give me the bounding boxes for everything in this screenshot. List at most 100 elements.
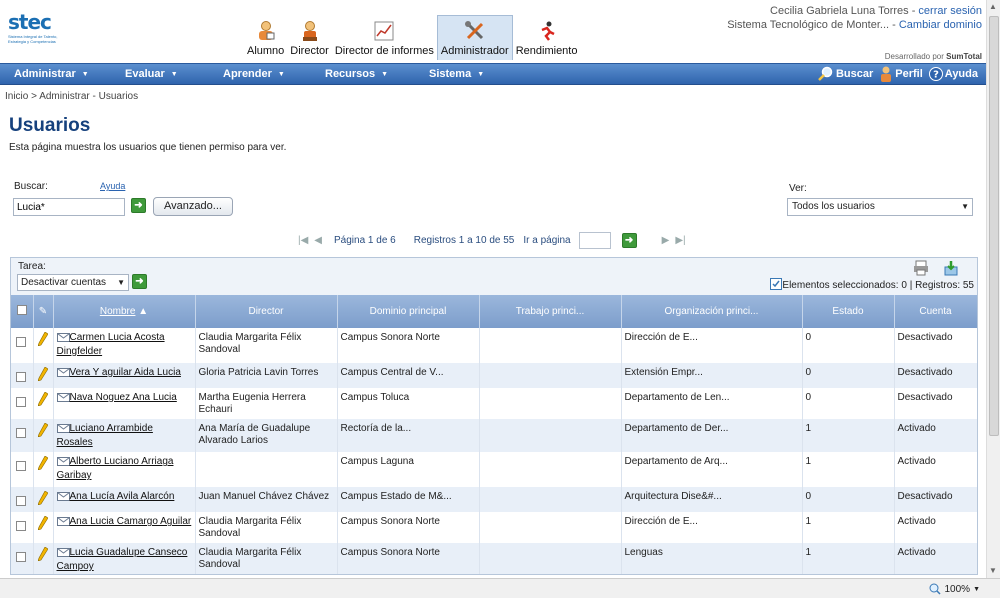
table-row[interactable]: Vera Y aguilar Aida Lucia Gloria Patricia… [11,363,977,388]
search-help-link[interactable]: Ayuda [100,181,125,191]
first-page-icon[interactable]: |◀ [298,235,308,246]
view-select[interactable]: Todos los usuarios ▼ [787,198,973,216]
domain-cell: Campus Sonora Norte [337,512,480,543]
email-icon[interactable] [56,548,70,561]
edit-pencil-icon[interactable] [37,515,48,534]
breadcrumb[interactable]: Inicio > Administrar - Usuarios [5,91,138,102]
email-icon[interactable] [56,517,70,530]
organization-cell: Lenguas [621,543,803,574]
role-director[interactable]: Director [287,15,332,60]
email-icon[interactable] [56,492,70,505]
vertical-scrollbar[interactable]: ▲ ▼ [986,0,1000,578]
row-checkbox[interactable] [16,337,26,347]
dropdown-arrow-icon: ▼ [117,278,125,287]
table-row[interactable]: Lucia Guadalupe Canseco Campoy Claudia Ma… [11,543,977,574]
status-bar: 100% ▼ [0,578,1000,598]
row-checkbox[interactable] [16,372,26,382]
edit-pencil-icon[interactable] [37,422,48,441]
next-page-icon[interactable]: ▶ [662,235,670,246]
menu-administrar[interactable]: Administrar ▼ [14,68,89,80]
role-rendimiento[interactable]: Rendimiento [513,15,581,60]
page-indicator: Página 1 de 6 [334,234,396,246]
row-select-cell [11,363,34,388]
change-domain-link[interactable]: Cambiar dominio [899,19,982,31]
scroll-down-icon[interactable]: ▼ [989,566,997,575]
table-row[interactable]: Ana Lucia Camargo Aguilar Claudia Margari… [11,512,977,543]
advanced-search-button[interactable]: Avanzado... [153,197,233,216]
email-icon[interactable] [56,368,70,381]
select-all-checkbox[interactable] [16,305,27,315]
user-name-link[interactable]: Vera Y aguilar Aida Lucia [70,367,181,378]
task-selected-value: Desactivar cuentas [21,277,107,288]
account-status-cell: Desactivado [894,487,977,512]
user-name-link[interactable]: Alberto Luciano Arriaga Garibay [57,456,174,481]
edit-pencil-icon[interactable] [37,331,48,350]
selection-icon[interactable] [770,278,783,290]
caret-down-icon: ▼ [170,71,178,78]
goto-page-input[interactable] [578,231,611,249]
help-menu[interactable]: ? Ayuda [928,67,978,81]
domain-cell: Campus Estado de M&... [337,487,480,512]
zoom-control[interactable]: 100% ▼ [929,583,980,595]
role-alumno[interactable]: Alumno [244,15,287,60]
table-row[interactable]: Ana Lucía Avila Alarcón Juan Manuel Cháve… [11,487,977,512]
email-icon[interactable] [56,393,70,406]
table-row[interactable]: Luciano Arrambide Rosales Ana María de Gu… [11,419,977,452]
profile-menu[interactable]: Perfil [879,66,923,82]
developed-by: Desarrollado por SumTotal [885,52,982,61]
menu-aprender[interactable]: Aprender ▼ [223,68,285,80]
row-checkbox[interactable] [16,428,26,438]
table-row[interactable]: Carmen Lucia Acosta Dingfelder Claudia Ma… [11,328,977,363]
row-edit-cell [33,487,54,512]
email-icon[interactable] [56,333,70,346]
email-icon[interactable] [56,424,70,437]
edit-pencil-icon[interactable] [37,490,48,509]
row-checkbox[interactable] [16,461,26,471]
row-checkbox[interactable] [16,552,26,562]
export-icon[interactable] [943,260,959,276]
account-status-cell: Desactivado [894,388,977,419]
scrollbar-thumb[interactable] [989,16,999,436]
column-nombre[interactable]: Nombre ▲ [53,295,196,328]
user-name-link[interactable]: Ana Lucia Camargo Aguilar [70,516,192,527]
user-name-link[interactable]: Ana Lucía Avila Alarcón [70,491,175,502]
user-name-link[interactable]: Luciano Arrambide Rosales [57,423,153,448]
scroll-up-icon[interactable]: ▲ [989,2,997,11]
row-checkbox[interactable] [16,397,26,407]
edit-pencil-icon[interactable] [37,366,48,385]
row-checkbox[interactable] [16,521,26,531]
search-input[interactable] [13,198,125,216]
logout-link[interactable]: cerrar sesión [918,5,982,17]
search-menu[interactable]: Buscar [818,66,873,82]
table-row[interactable]: Alberto Luciano Arriaga Garibay Campus La… [11,452,977,487]
edit-pencil-icon[interactable] [37,546,48,565]
menu-evaluar[interactable]: Evaluar ▼ [125,68,178,80]
print-icon[interactable] [913,260,929,276]
role-administrador[interactable]: Administrador [436,15,513,60]
user-name-link[interactable]: Lucia Guadalupe Canseco Campoy [57,547,188,572]
email-icon[interactable] [56,457,70,470]
last-page-icon[interactable]: ▶| [675,235,685,246]
user-name-link[interactable]: Nava Noguez Ana Lucia [70,392,177,403]
edit-pencil-icon[interactable] [37,391,48,410]
edit-pencil-icon[interactable] [37,455,48,474]
zoom-icon [929,583,942,595]
stec-logo[interactable]: stec Sistema Integral de Talento, Estrat… [8,10,68,50]
menu-sistema[interactable]: Sistema ▼ [429,68,484,80]
table-row[interactable]: Nava Noguez Ana Lucia Martha Eugenia Herr… [11,388,977,419]
sort-nombre-link[interactable]: Nombre [100,306,136,317]
user-name-cell: Lucia Guadalupe Canseco Campoy [53,543,196,574]
task-select[interactable]: Desactivar cuentas ▼ [17,274,129,291]
developed-by-brand: SumTotal [946,52,982,61]
task-go-button[interactable]: ➜ [132,274,147,289]
search-go-button[interactable]: ➜ [131,198,146,213]
role-director-informes[interactable]: Director de informes [332,15,437,60]
table-header-row: ✎ Nombre ▲ Director Dominio principal Tr… [11,295,977,328]
pager: |◀ ◀ Página 1 de 6 Registros 1 a 10 de 5… [295,231,689,249]
previous-page-icon[interactable]: ◀ [314,235,322,246]
row-checkbox[interactable] [16,496,26,506]
director-cell: Claudia Margarita Félix Sandoval [195,543,338,574]
goto-page-button[interactable]: ➜ [621,232,637,248]
menu-recursos[interactable]: Recursos ▼ [325,68,388,80]
user-name-link[interactable]: Carmen Lucia Acosta Dingfelder [57,332,165,357]
